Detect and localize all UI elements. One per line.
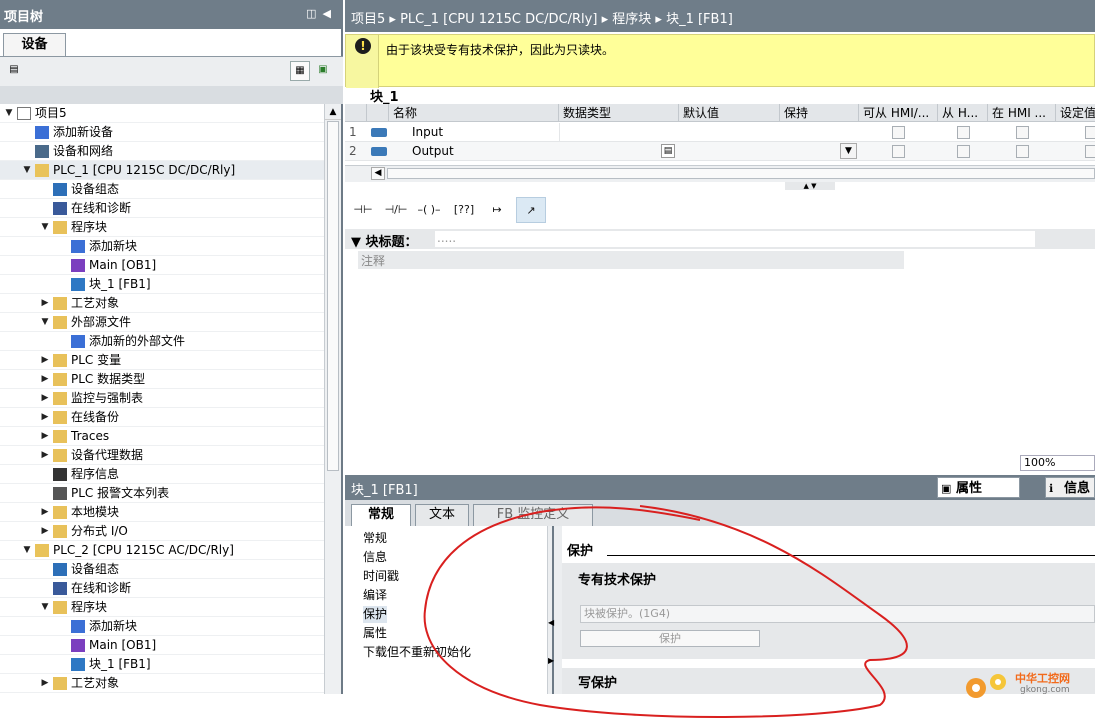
- tia-portal-window: 项目树 ◫◀ 设备 ▤ ▦ ▣ ▼ 项目5 添加新设备 设备和网络 ▼ PLC_1 [CP…: [0, 0, 1095, 724]
- red-annotation: [423, 505, 908, 719]
- watermark-url: gkong.com: [1020, 685, 1070, 695]
- gear-logo-icon: [966, 674, 1006, 698]
- watermark-name: 中华工控网: [1015, 672, 1070, 685]
- watermark: 中华工控网 gkong.com: [960, 668, 1090, 708]
- annotation-loop: [423, 505, 908, 719]
